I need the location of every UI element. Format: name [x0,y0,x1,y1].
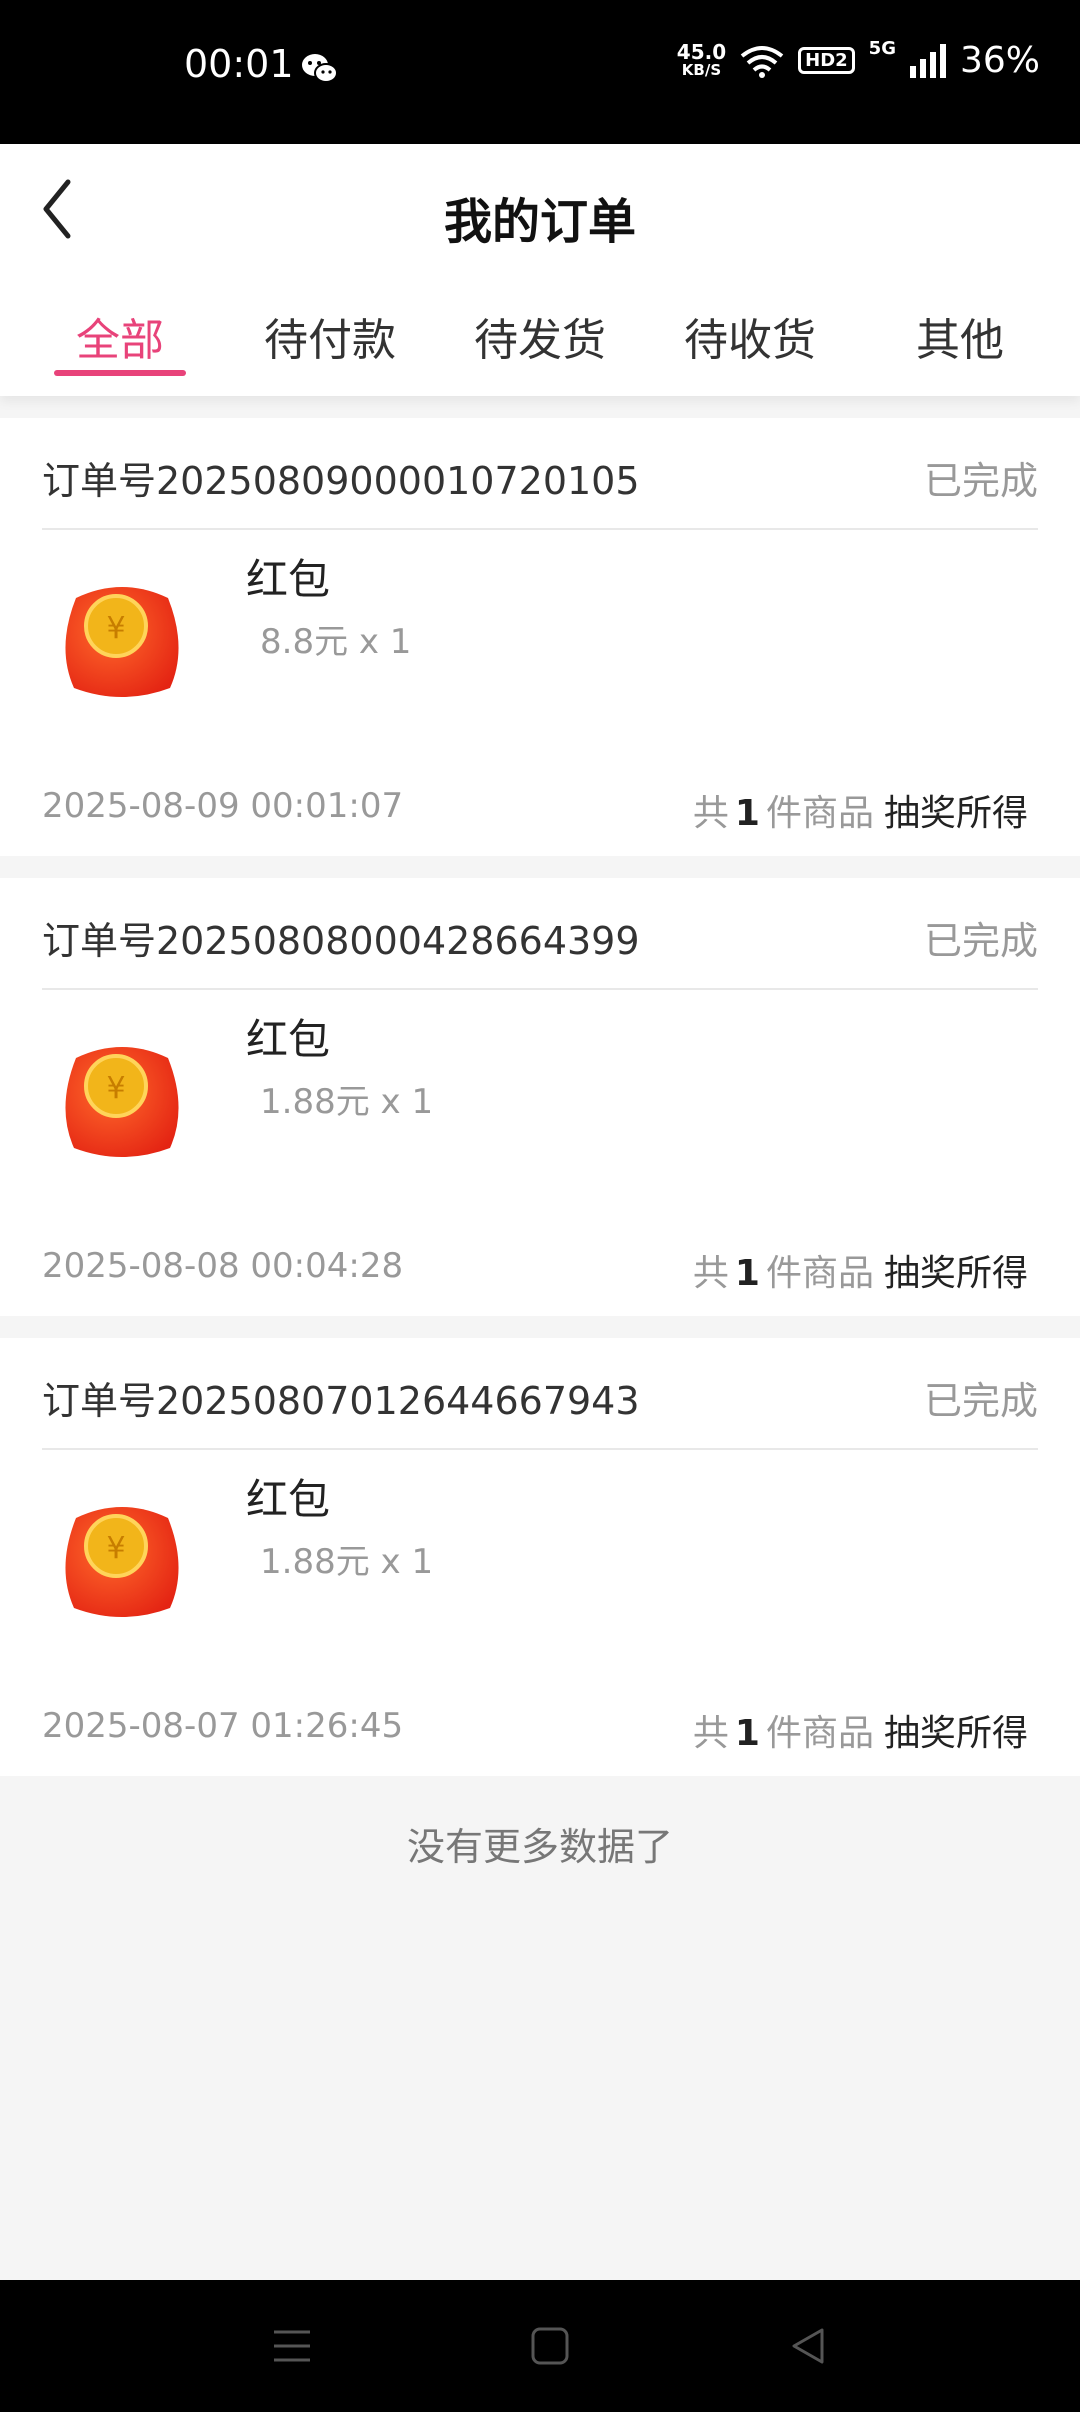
order-source: 抽奖所得 [883,793,1028,834]
tab-pending-receipt[interactable]: 待收货 [645,304,855,368]
order-list: 订单号20250809000010720105 已完成 ¥ 红包 8.8元 x … [0,418,1080,1798]
order-number: 订单号20250807012644667943 [42,1379,640,1423]
order-number: 订单号20250809000010720105 [42,459,640,503]
status-time: 00:01 [184,42,294,86]
no-more-data-text: 没有更多数据了 [406,1825,673,1869]
count-suffix: 件商品 [765,1713,874,1754]
tab-all[interactable]: 全部 [15,304,225,368]
svg-text:¥: ¥ [106,1531,125,1566]
product-name: 红包 [246,1475,331,1524]
app-header: 我的订单 全部 待付款 待发货 待收货 其他 [0,144,1080,396]
order-card[interactable]: 订单号20250807012644667943 已完成 ¥ 红包 1.88元 x… [0,1338,1080,1776]
active-tab-indicator [54,370,186,376]
hd-badge: HD2 [798,47,855,74]
count-suffix: 件商品 [765,793,874,834]
order-card[interactable]: 订单号20250808000428664399 已完成 ¥ 红包 1.88元 x… [0,878,1080,1316]
product-price-qty: 8.8元 x 1 [260,622,412,662]
red-envelope-icon: ¥ [65,1047,179,1157]
order-card[interactable]: 订单号20250809000010720105 已完成 ¥ 红包 8.8元 x … [0,418,1080,856]
page-title: 我的订单 [443,194,636,250]
system-nav-bar [0,2280,1080,2412]
tab-pending-shipment[interactable]: 待发货 [435,304,645,368]
order-header: 订单号20250808000428664399 已完成 [42,878,1038,990]
net-speed-unit: KB/S [681,60,722,79]
battery-level: 36% [959,40,1040,81]
svg-text:¥: ¥ [106,611,125,646]
svg-text:¥: ¥ [106,1071,125,1106]
order-summary: 共 1 件商品 抽奖所得 [693,1244,1028,1296]
red-envelope-icon: ¥ [65,587,179,697]
order-header: 订单号20250807012644667943 已完成 [42,1338,1038,1450]
net-speed-value: 45.0 [676,39,727,64]
order-date: 2025-08-08 00:04:28 [42,1246,404,1286]
item-count: 1 [734,1253,760,1294]
product-price-qty: 1.88元 x 1 [260,1082,434,1122]
net-speed: 45.0 KB/S [676,39,727,79]
order-status: 已完成 [923,1379,1038,1423]
count-prefix: 共 [692,1253,729,1294]
order-summary: 共 1 件商品 抽奖所得 [693,784,1028,836]
home-icon[interactable] [528,2324,572,2368]
wechat-icon [302,54,338,83]
count-prefix: 共 [692,793,729,834]
order-source: 抽奖所得 [883,1713,1028,1754]
product-name: 红包 [246,1015,331,1064]
order-source: 抽奖所得 [883,1253,1028,1294]
status-bar: 00:01 45.0 KB/S HD2 5G 36% [0,0,1080,144]
order-status: 已完成 [923,459,1038,503]
back-icon[interactable] [786,2324,830,2368]
order-header: 订单号20250809000010720105 已完成 [42,418,1038,530]
wifi-icon [740,45,784,78]
count-suffix: 件商品 [765,1253,874,1294]
order-summary: 共 1 件商品 抽奖所得 [693,1704,1028,1756]
order-tabs: 全部 待付款 待发货 待收货 其他 [0,304,1080,396]
menu-icon[interactable] [270,2324,314,2368]
item-count: 1 [734,1713,760,1754]
tab-other[interactable]: 其他 [855,304,1065,368]
product-price-qty: 1.88元 x 1 [260,1542,434,1582]
order-date: 2025-08-09 00:01:07 [42,786,404,826]
order-date: 2025-08-07 01:26:45 [42,1706,404,1746]
red-envelope-icon: ¥ [65,1507,179,1617]
count-prefix: 共 [692,1713,729,1754]
item-count: 1 [734,793,760,834]
product-name: 红包 [246,555,331,604]
signal-icon [909,43,946,78]
tab-pending-payment[interactable]: 待付款 [225,304,435,368]
network-type: 5G [868,38,896,59]
order-number: 订单号20250808000428664399 [42,919,640,963]
order-status: 已完成 [923,919,1038,963]
